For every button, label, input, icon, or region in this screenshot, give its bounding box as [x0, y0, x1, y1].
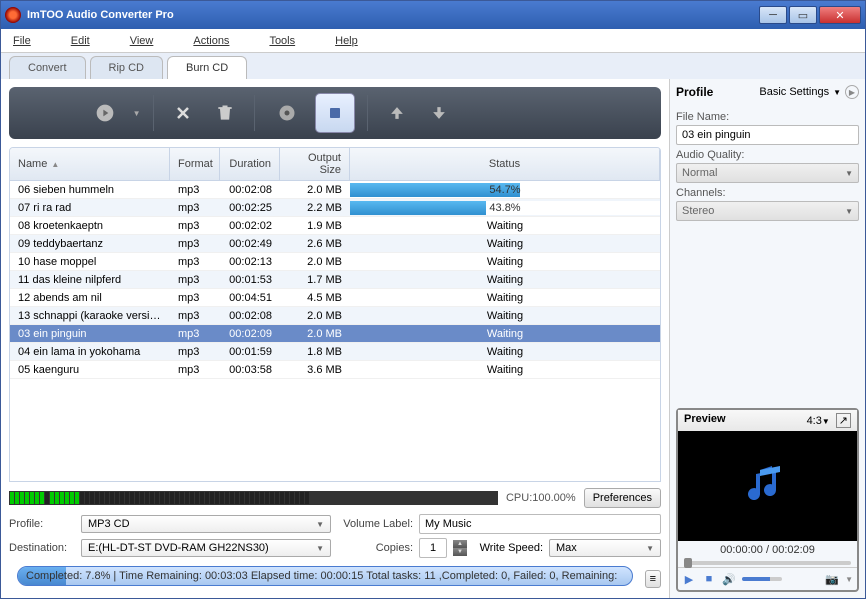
table-row[interactable]: 07 ri ra radmp300:02:252.2 MB43.8% [10, 199, 660, 217]
preview-panel: Preview 4:3▼ ↗ 00:00:00 / 00:02:09 ▶ ■ 🔊 [676, 408, 859, 592]
table-row[interactable]: 10 hase moppelmp300:02:132.0 MBWaiting [10, 253, 660, 271]
channels-label: Channels: [676, 187, 859, 199]
profile-panel-title: Profile [676, 85, 713, 99]
tab-ripcd[interactable]: Rip CD [90, 56, 163, 79]
copies-up-button[interactable]: ▲ [453, 540, 467, 548]
status-menu-button[interactable]: ≡ [645, 570, 661, 588]
column-name[interactable]: Name▲ [10, 148, 170, 180]
app-window: ImTOO Audio Converter Pro ─ ▭ ✕ File Edi… [0, 0, 866, 599]
table-row[interactable]: 12 abends am nilmp300:04:514.5 MBWaiting [10, 289, 660, 307]
table-row[interactable]: 06 sieben hummelnmp300:02:082.0 MB54.7% [10, 181, 660, 199]
menu-view[interactable]: View [130, 35, 154, 47]
destination-label: Destination: [9, 542, 75, 554]
table-row[interactable]: 04 ein lama in yokohamamp300:01:591.8 MB… [10, 343, 660, 361]
preferences-button[interactable]: Preferences [584, 488, 661, 508]
table-row[interactable]: 05 kaengurump300:03:583.6 MBWaiting [10, 361, 660, 379]
table-row[interactable]: 08 kroetenkaeptnmp300:02:021.9 MBWaiting [10, 217, 660, 235]
add-music-button[interactable] [85, 93, 125, 133]
menu-edit[interactable]: Edit [71, 35, 90, 47]
menu-help[interactable]: Help [335, 35, 358, 47]
tabbar: Convert Rip CD Burn CD [1, 53, 865, 79]
profile-combo[interactable]: MP3 CD▼ [81, 515, 331, 533]
volume-label: Volume Label: [337, 518, 413, 530]
preview-title: Preview [684, 413, 726, 428]
vu-meter [9, 491, 498, 505]
statusbar: Completed: 7.8% | Time Remaining: 00:03:… [17, 566, 633, 586]
play-button[interactable]: ▶ [682, 572, 696, 586]
profile-label: Profile: [9, 518, 75, 530]
volume-slider[interactable] [742, 577, 782, 581]
titlebar: ImTOO Audio Converter Pro ─ ▭ ✕ [1, 1, 865, 29]
column-status[interactable]: Status [350, 148, 660, 180]
write-speed-label: Write Speed: [473, 542, 543, 554]
audio-quality-label: Audio Quality: [676, 149, 859, 161]
minimize-button[interactable]: ─ [759, 6, 787, 24]
table-row[interactable]: 13 schnappi (karaoke version)mp300:02:08… [10, 307, 660, 325]
table-row[interactable]: 11 das kleine nilpferdmp300:01:531.7 MBW… [10, 271, 660, 289]
table-row[interactable]: 03 ein pinguinmp300:02:092.0 MBWaiting [10, 325, 660, 343]
delete-button[interactable] [166, 96, 200, 130]
menu-tools[interactable]: Tools [269, 35, 295, 47]
close-button[interactable]: ✕ [819, 6, 861, 24]
window-title: ImTOO Audio Converter Pro [27, 9, 759, 21]
snapshot-button[interactable]: 📷 [825, 572, 839, 586]
column-output-size[interactable]: Output Size [280, 148, 350, 180]
tab-convert[interactable]: Convert [9, 56, 86, 79]
menu-actions[interactable]: Actions [193, 35, 229, 47]
toolbar: ▼ [9, 87, 661, 139]
copies-input[interactable] [419, 538, 447, 558]
tab-burncd[interactable]: Burn CD [167, 56, 247, 79]
copies-label: Copies: [337, 542, 413, 554]
fullscreen-icon[interactable]: ↗ [836, 413, 851, 428]
burn-button[interactable] [267, 93, 307, 133]
volume-icon[interactable]: 🔊 [722, 572, 736, 586]
volume-label-input[interactable] [419, 514, 661, 534]
channels-combo[interactable]: Stereo▼ [676, 201, 859, 221]
stop-preview-button[interactable]: ■ [702, 572, 716, 586]
menu-file[interactable]: File [13, 35, 31, 47]
cpu-label: CPU:100.00% [506, 492, 576, 504]
menubar: File Edit View Actions Tools Help [1, 29, 865, 53]
music-note-icon [744, 462, 792, 510]
move-up-button[interactable] [380, 96, 414, 130]
filename-input[interactable] [676, 125, 859, 145]
preview-time: 00:00:00 / 00:02:09 [678, 541, 857, 559]
stop-button[interactable] [315, 93, 355, 133]
audio-quality-combo[interactable]: Normal▼ [676, 163, 859, 183]
write-speed-combo[interactable]: Max▼ [549, 539, 661, 557]
trash-button[interactable] [208, 96, 242, 130]
copies-down-button[interactable]: ▼ [453, 548, 467, 556]
profile-panel: Profile Basic Settings▼▶ File Name: Audi… [669, 79, 865, 598]
table-row[interactable]: 09 teddybaertanzmp300:02:492.6 MBWaiting [10, 235, 660, 253]
destination-combo[interactable]: E:(HL-DT-ST DVD-RAM GH22NS30)▼ [81, 539, 331, 557]
file-table: Name▲ Format Duration Output Size Status… [9, 147, 661, 482]
seek-slider[interactable] [684, 561, 851, 565]
basic-settings-toggle[interactable]: Basic Settings▼▶ [759, 85, 859, 99]
app-icon [5, 7, 21, 23]
column-duration[interactable]: Duration [220, 148, 280, 180]
move-down-button[interactable] [422, 96, 456, 130]
filename-label: File Name: [676, 111, 859, 123]
column-format[interactable]: Format [170, 148, 220, 180]
maximize-button[interactable]: ▭ [789, 6, 817, 24]
aspect-ratio-toggle[interactable]: 4:3▼ [807, 415, 830, 427]
